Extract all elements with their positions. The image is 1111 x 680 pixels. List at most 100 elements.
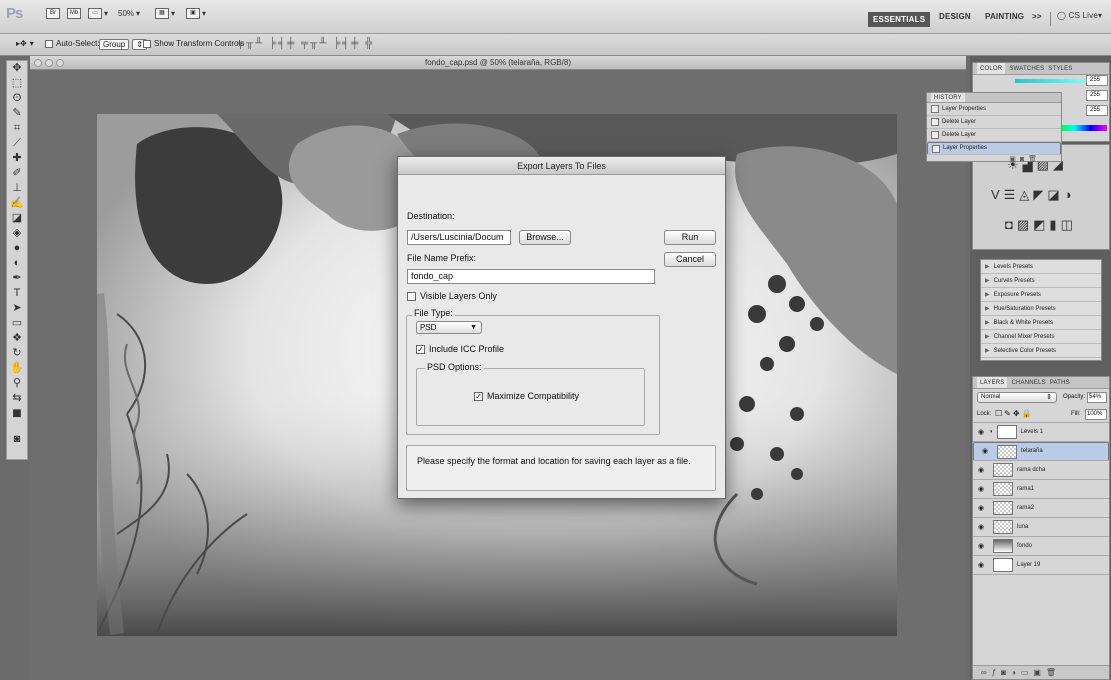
history-step-icon bbox=[931, 118, 939, 126]
3d-rotate-tool-icon[interactable]: ❖ bbox=[7, 331, 27, 346]
presets-item[interactable]: ▶ Levels Presets bbox=[981, 260, 1101, 274]
zoom-level-menu[interactable]: 50% ▾ bbox=[118, 6, 140, 20]
history-footer-buttons[interactable]: ▣◙🗑 bbox=[927, 155, 1061, 163]
visible-layers-only-checkbox[interactable]: Visible Layers Only bbox=[407, 291, 497, 301]
presets-item[interactable]: ▶ Black & White Presets bbox=[981, 316, 1101, 330]
stamp-tool-icon[interactable]: ⊥ bbox=[7, 181, 27, 196]
color-slider-r[interactable] bbox=[1015, 79, 1085, 83]
hand-tool-icon[interactable]: ✋ bbox=[7, 361, 27, 376]
fill-field[interactable]: 100% bbox=[1085, 409, 1107, 420]
3d-orbit-tool-icon[interactable]: ↻ bbox=[7, 346, 27, 361]
workspace-essentials[interactable]: ESSENTIALS bbox=[868, 12, 931, 27]
layer-row[interactable]: ◉ rama dcha bbox=[973, 461, 1109, 480]
mini-bridge-button[interactable]: Mb bbox=[67, 6, 81, 20]
presets-item[interactable]: ▶ Hue/Saturation Presets bbox=[981, 302, 1101, 316]
history-item[interactable]: Delete Layer bbox=[927, 116, 1061, 129]
color-value-r[interactable]: 255 bbox=[1086, 75, 1108, 86]
blend-mode-dropdown[interactable]: Normal ⇕ bbox=[977, 392, 1057, 403]
presets-item[interactable]: ▶ Channel Mixer Presets bbox=[981, 330, 1101, 344]
lock-icons[interactable]: ☐✎✥🔒 bbox=[995, 409, 1034, 418]
presets-item[interactable]: ▶ Selective Color Presets bbox=[981, 344, 1101, 358]
crop-tool-icon[interactable]: ⌗ bbox=[7, 121, 27, 136]
auto-select-target-dropdown[interactable]: Group ⇕ bbox=[99, 39, 147, 50]
layer-row-selected[interactable]: ◉ telaraña bbox=[973, 442, 1109, 461]
workspace-design[interactable]: DESIGN bbox=[939, 12, 971, 21]
history-panel: HISTORY Layer Properties Delete Layer De… bbox=[926, 92, 1062, 163]
layers-footer-buttons[interactable]: ∞ƒ◙◑▭▣🗑 bbox=[973, 665, 1109, 679]
layer-row[interactable]: ◉ Layer 19 bbox=[973, 556, 1109, 575]
view-extras-menu[interactable]: ▭ ▾ bbox=[88, 6, 108, 20]
eye-icon: ◉ bbox=[977, 562, 985, 569]
type-tool-icon[interactable]: T bbox=[7, 286, 27, 301]
tools-panel: ✥ ⬚ ʘ ✎ ⌗ ⟋ ✚ ✐ ⊥ ✍ ◪ ◈ ● ◐ ✒ T ➤ ▭ ❖ ↻ … bbox=[6, 60, 28, 460]
dodge-tool-icon[interactable]: ◐ bbox=[7, 256, 27, 271]
tab-paths[interactable]: PATHS bbox=[1050, 377, 1070, 388]
color-value-b[interactable]: 255 bbox=[1086, 105, 1108, 116]
tab-channels[interactable]: CHANNELS bbox=[1011, 377, 1045, 388]
history-item-selected[interactable]: Layer Properties bbox=[927, 142, 1061, 155]
eraser-tool-icon[interactable]: ◪ bbox=[7, 211, 27, 226]
file-type-dropdown[interactable]: PSD ▼ bbox=[416, 321, 482, 334]
file-name-prefix-field[interactable]: fondo_cap bbox=[407, 269, 655, 284]
layer-row[interactable]: ◉ luna bbox=[973, 518, 1109, 537]
presets-item[interactable]: ▶ Exposure Presets bbox=[981, 288, 1101, 302]
destination-path-field[interactable]: /Users/Luscinia/Docum bbox=[407, 230, 511, 245]
show-transform-controls-checkbox[interactable]: Show Transform Controls bbox=[143, 39, 244, 48]
maximize-compatibility-checkbox[interactable]: ✓ Maximize Compatibility bbox=[474, 391, 579, 401]
move-tool-icon[interactable]: ✥ bbox=[7, 61, 27, 76]
bridge-button[interactable]: Br bbox=[46, 6, 60, 20]
quick-select-tool-icon[interactable]: ✎ bbox=[7, 106, 27, 121]
tab-layers[interactable]: LAYERS bbox=[977, 377, 1008, 388]
shape-tool-icon[interactable]: ▭ bbox=[7, 316, 27, 331]
history-item[interactable]: Delete Layer bbox=[927, 129, 1061, 142]
tab-history[interactable]: HISTORY bbox=[931, 93, 965, 102]
brush-tool-icon[interactable]: ✐ bbox=[7, 166, 27, 181]
file-name-prefix-label: File Name Prefix: bbox=[407, 253, 477, 263]
history-brush-icon[interactable]: ✍ bbox=[7, 196, 27, 211]
opacity-field[interactable]: 54% bbox=[1087, 392, 1107, 403]
run-button[interactable]: Run bbox=[664, 230, 716, 245]
history-item[interactable]: Layer Properties bbox=[927, 103, 1061, 116]
healing-tool-icon[interactable]: ✚ bbox=[7, 151, 27, 166]
layer-row[interactable]: ◉ fondo bbox=[973, 537, 1109, 556]
tab-color[interactable]: COLOR bbox=[977, 63, 1006, 74]
blur-tool-icon[interactable]: ● bbox=[7, 241, 27, 256]
lasso-tool-icon[interactable]: ʘ bbox=[7, 91, 27, 106]
photoshop-logo: Ps bbox=[6, 5, 23, 22]
pen-tool-icon[interactable]: ✒ bbox=[7, 271, 27, 286]
eye-icon: ◉ bbox=[977, 429, 985, 436]
path-select-tool-icon[interactable]: ➤ bbox=[7, 301, 27, 316]
layer-row[interactable]: ◉ ◑ Levels 1 bbox=[973, 423, 1109, 442]
layer-row[interactable]: ◉ rama2 bbox=[973, 499, 1109, 518]
file-type-label: File Type: bbox=[412, 308, 455, 318]
workspace-painting[interactable]: PAINTING bbox=[985, 12, 1024, 21]
quick-mask-icon[interactable]: ◙ bbox=[7, 432, 27, 447]
zoom-tool-icon[interactable]: ⚲ bbox=[7, 376, 27, 391]
cancel-button[interactable]: Cancel bbox=[664, 252, 716, 267]
foreground-background-swatch[interactable]: ■ bbox=[7, 406, 27, 432]
auto-select-checkbox[interactable]: Auto-Select: bbox=[45, 39, 100, 48]
screen-mode-menu[interactable]: ▣ ▾ bbox=[186, 6, 206, 20]
triangle-right-icon: ▶ bbox=[985, 334, 990, 340]
swap-colors-icon[interactable]: ⇆ bbox=[7, 391, 27, 406]
cs-live-button[interactable]: ◯ CS Live▾ bbox=[1057, 11, 1102, 20]
psd-options-label: PSD Options: bbox=[425, 362, 484, 372]
tab-styles[interactable]: STYLES bbox=[1048, 63, 1072, 74]
tab-swatches[interactable]: SWATCHES bbox=[1009, 63, 1044, 74]
adjustment-icons-row-3[interactable]: ◘▨◩▮◫ bbox=[1005, 217, 1077, 233]
more-workspaces-button[interactable]: >> bbox=[1032, 12, 1042, 21]
layer-row[interactable]: ◉ rama1 bbox=[973, 480, 1109, 499]
eye-icon: ◉ bbox=[977, 486, 985, 493]
adjustment-presets-list: ▶ Levels Presets ▶ Curves Presets ▶ Exposur… bbox=[980, 259, 1102, 361]
presets-item[interactable]: ▶ Curves Presets bbox=[981, 274, 1101, 288]
adjustment-icons-row-2[interactable]: V☰◬◤◪◑ bbox=[991, 187, 1075, 203]
eyedropper-tool-icon[interactable]: ⟋ bbox=[7, 136, 27, 151]
include-icc-profile-checkbox[interactable]: ✓ Include ICC Profile bbox=[416, 344, 504, 354]
color-value-g[interactable]: 255 bbox=[1086, 90, 1108, 101]
gradient-tool-icon[interactable]: ◈ bbox=[7, 226, 27, 241]
arrange-documents-menu[interactable]: ▦ ▾ bbox=[155, 6, 175, 20]
browse-button[interactable]: Browse... bbox=[519, 230, 571, 245]
marquee-tool-icon[interactable]: ⬚ bbox=[7, 76, 27, 91]
align-distribute-icons[interactable]: ╤╥╨ ╞╡╪ ╤╥╨ ╞╡╪ ╬ bbox=[237, 38, 374, 49]
tool-preset-picker[interactable]: ▸✥ ▾ bbox=[16, 39, 34, 48]
